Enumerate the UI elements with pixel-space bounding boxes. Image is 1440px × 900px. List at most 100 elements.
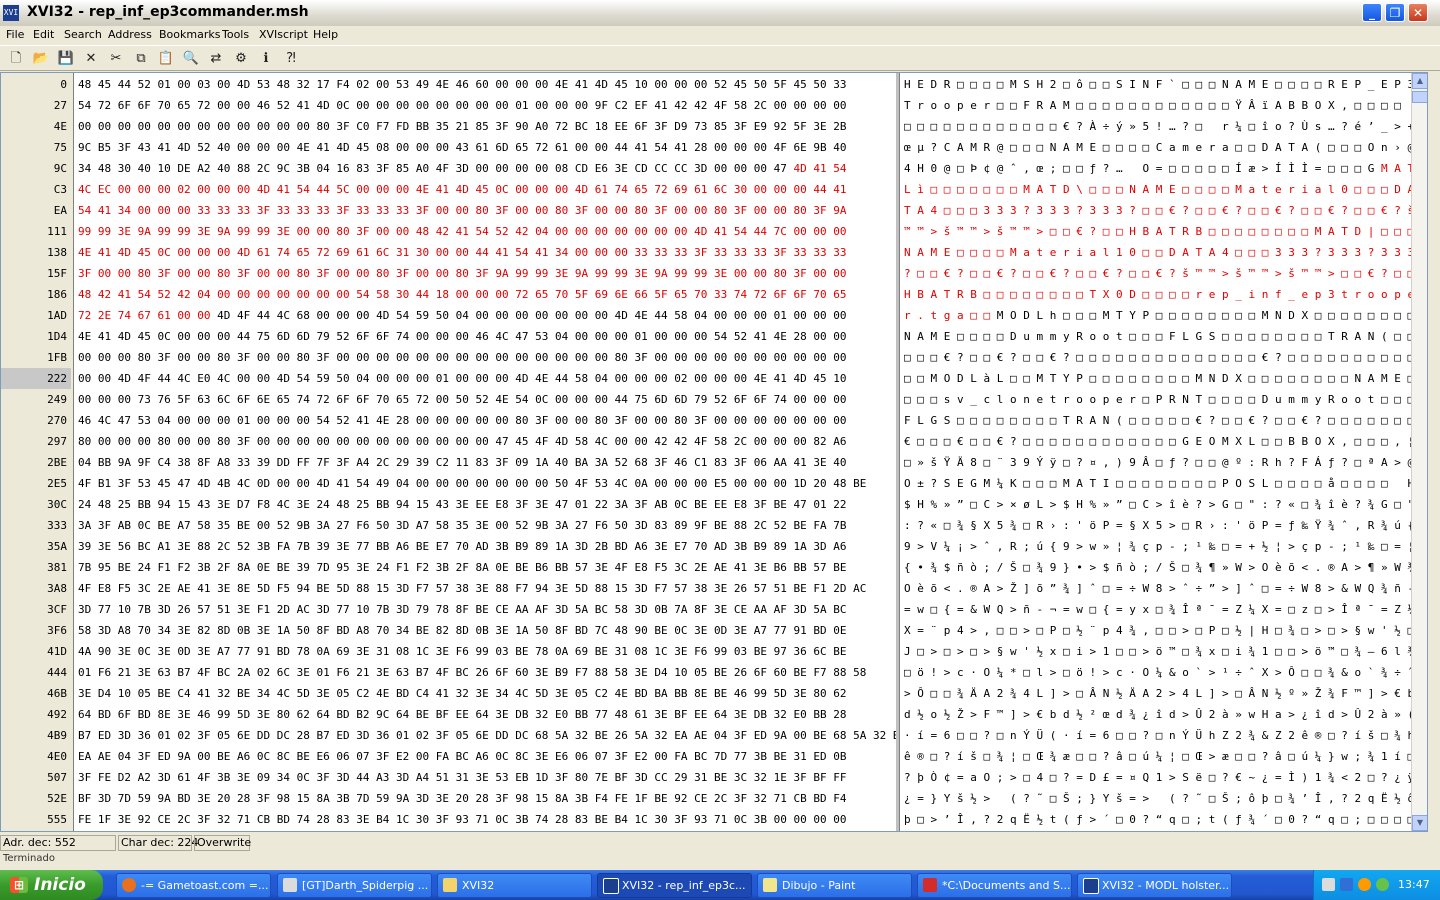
firefox-tray-icon[interactable] [1358, 878, 1371, 891]
copy-icon[interactable]: ⧉ [131, 49, 151, 69]
text-row[interactable]: □ □ □ s v _ c l o n e t r o o p e r □ P … [900, 389, 1412, 410]
text-row[interactable]: > Ô □ □ ¾ Ä A 2 ¾ 4 L ] > □ Â N ½ Ä A 2 … [900, 683, 1412, 704]
text-row[interactable]: $ H % » ” □ C > × ø L > $ H % » ” □ C > … [900, 494, 1412, 515]
text-row[interactable]: J □ > □ > □ > § w ' ½ x □ i > 1 □ □ > ö … [900, 641, 1412, 662]
hex-row[interactable]: 01 F6 21 3E 63 B7 4F BC 2A 02 6C 3E 01 F… [75, 662, 897, 683]
text-row[interactable]: □ » š Ÿ Ä 8 □ ¨ 3 9 Ý ÿ □ ? ¤ , ) 9 Â □ … [900, 452, 1412, 473]
text-row[interactable]: œ µ ? C A M R @ □ □ □ N A M E □ □ □ □ C … [900, 137, 1412, 158]
text-row[interactable]: { • ¾ $ ñ ò ; / Š □ ¾ 9 } • > $ ñ ò ; / … [900, 557, 1412, 578]
text-row[interactable]: H B A T R B □ □ □ □ □ □ □ □ T X 0 D □ □ … [900, 284, 1412, 305]
text-row[interactable]: T r o o p e r □ □ F R A M □ □ □ □ □ □ □ … [900, 95, 1412, 116]
task-paint[interactable]: Dibujo - Paint [757, 873, 912, 898]
xvi32-app-icon[interactable]: XVI [3, 5, 19, 21]
text-row[interactable]: € □ □ □ € □ □ € ? □ □ □ □ □ □ □ □ □ □ □ … [900, 431, 1412, 452]
hex-row[interactable]: 48 42 41 54 52 42 04 00 00 00 00 00 00 0… [75, 284, 897, 305]
hex-row[interactable]: 64 BD 6F BD 8E 3E 46 99 5D 3E 80 62 64 B… [75, 704, 897, 725]
find-icon[interactable]: 🔍 [181, 49, 201, 69]
script-icon[interactable]: ℹ [256, 49, 276, 69]
text-row[interactable]: O è õ < . ® A > Ž ] õ ” ¾ ] ˆ □ = ÷ W 8 … [900, 578, 1412, 599]
text-column[interactable]: H E D R □ □ □ □ M S H 2 □ ô □ □ S I N F … [899, 73, 1412, 831]
hex-row[interactable]: 3D 77 10 7B 3D 26 57 51 3E F1 2D AC 3D 7… [75, 599, 897, 620]
replace-icon[interactable]: ⇄ [206, 49, 226, 69]
hex-row[interactable]: 99 99 3E 9A 99 99 3E 9A 99 99 3E 00 00 8… [75, 221, 897, 242]
text-row[interactable]: : ? « □ ¾ § X 5 ¾ □ R › : ' ö P = § X 5 … [900, 515, 1412, 536]
hex-row[interactable]: 4A 90 3E 0C 3E 0D 3E A7 77 91 BD 78 0A 6… [75, 641, 897, 662]
text-row[interactable]: X = ¨ p 4 > ‚ □ □ > □ P □ ½ ¨ p 4 ¾ ‚ □ … [900, 620, 1412, 641]
close-button[interactable]: ✕ [1408, 3, 1428, 22]
hex-row[interactable]: 39 3E 56 BC A1 3E 88 2C 52 3B FA 7B 39 3… [75, 536, 897, 557]
task-darth-spiderpig[interactable]: [GT]Darth_Spiderpig ... [277, 873, 432, 898]
task-gametoast[interactable]: -= Gametoast.com =... [116, 873, 271, 898]
scroll-down-arrow-icon[interactable]: ▼ [1412, 815, 1427, 831]
scroll-up-arrow-icon[interactable]: ▲ [1412, 73, 1427, 89]
hex-row[interactable]: BF 3D 7D 59 9A BD 3E 20 28 3F 98 15 8A 3… [75, 788, 897, 809]
hex-row[interactable]: 00 00 4D 4F 44 4C E0 4C 00 00 4D 54 59 5… [75, 368, 897, 389]
paste-icon[interactable]: 📋 [156, 49, 176, 69]
hex-row[interactable]: 3F 00 00 80 3F 00 00 80 3F 00 00 80 3F 0… [75, 263, 897, 284]
nvidia-icon[interactable] [1376, 878, 1389, 891]
hex-row[interactable]: 00 00 00 00 00 00 00 00 00 00 00 00 80 3… [75, 116, 897, 137]
hex-row[interactable]: 34 48 30 40 10 DE A2 40 88 2C 9C 3B 04 1… [75, 158, 897, 179]
text-row[interactable]: d ½ o ½ Ž > F ™ ] > € b d ½ ² œ d ¾ ¿ î … [900, 704, 1412, 725]
text-row[interactable]: ? □ □ € ? □ □ € ? □ □ € ? □ □ € ? □ □ € … [900, 263, 1412, 284]
text-row[interactable]: F L G S □ □ □ □ □ □ □ □ T R A N ( □ □ □ … [900, 410, 1412, 431]
hex-row[interactable]: 4E 41 4D 45 0C 00 00 00 44 75 6D 6D 79 5… [75, 326, 897, 347]
hex-row[interactable]: 00 00 00 73 76 5F 63 6C 6F 6E 65 74 72 6… [75, 389, 897, 410]
help-icon[interactable]: ⁈ [281, 49, 301, 69]
text-row[interactable]: ? þ Ò ¢ = a O ; > □ 4 □ ? = D £ = ¤ Q 1 … [900, 767, 1412, 788]
new-file-icon[interactable]: 🗋 [6, 49, 26, 69]
menu-help[interactable]: Help [313, 28, 338, 41]
hex-column[interactable]: 48 45 44 52 01 00 03 00 4D 53 48 32 17 F… [75, 73, 897, 831]
hex-row[interactable]: 04 BB 9A 9F C4 38 8F A8 33 39 DD FF 7F 3… [75, 452, 897, 473]
hex-row[interactable]: 72 2E 74 67 61 00 00 4D 4F 44 4C 68 00 0… [75, 305, 897, 326]
hex-row[interactable]: 4E 41 4D 45 0C 00 00 00 4D 61 74 65 72 6… [75, 242, 897, 263]
hex-row[interactable]: 3E D4 10 05 BE C4 41 32 BE 34 4C 5D 3E 0… [75, 683, 897, 704]
scroll-thumb[interactable] [1412, 91, 1427, 103]
text-row[interactable]: H E D R □ □ □ □ M S H 2 □ ô □ □ S I N F … [900, 74, 1412, 95]
menu-address[interactable]: Address [108, 28, 152, 41]
network-icon[interactable] [1322, 878, 1335, 891]
menu-search[interactable]: Search [64, 28, 102, 41]
hex-row[interactable]: 3A 3F AB 0C BE A7 58 35 BE 00 52 9B 3A 2… [75, 515, 897, 536]
menu-xviscript[interactable]: XVIscript [259, 28, 308, 41]
hex-row[interactable]: 48 45 44 52 01 00 03 00 4D 53 48 32 17 F… [75, 74, 897, 95]
text-row[interactable]: O ± ? S E G M ¼ K □ □ □ M A T I □ □ □ □ … [900, 473, 1412, 494]
text-row[interactable]: □ □ □ € ? □ □ € ? □ □ € ? □ □ □ □ □ □ □ … [900, 347, 1412, 368]
text-row[interactable]: þ □ > ’ Î , ? 2 q Ë ½ t ( ƒ > ´ □ 0 ? “ … [900, 809, 1412, 830]
cut-icon[interactable]: ✂ [106, 49, 126, 69]
hex-row[interactable]: 7B 95 BE 24 F1 F2 3B 2F 8A 0E BE 39 7D 9… [75, 557, 897, 578]
text-row[interactable]: · í = 6 □ □ ? □ n Ý Ü ( · í = 6 □ □ ? □ … [900, 725, 1412, 746]
hex-row[interactable]: 00 00 00 80 3F 00 00 80 3F 00 00 80 3F 0… [75, 347, 897, 368]
hex-row[interactable]: FE 1F 3E 92 CE 2C 3F 32 71 CB BD 74 28 8… [75, 809, 897, 830]
text-row[interactable]: L ì □ □ □ □ □ □ □ M A T D \ □ □ □ N A M … [900, 179, 1412, 200]
hex-row[interactable]: 4F E8 F5 3C 2E AE 41 3E 8E 5D F5 94 BE 5… [75, 578, 897, 599]
menu-edit[interactable]: Edit [33, 28, 54, 41]
hex-row[interactable]: 58 3D A8 70 34 3E 82 8D 0B 3E 1A 50 8F B… [75, 620, 897, 641]
text-row[interactable]: ™ ™ > š ™ ™ > š ™ ™ > □ □ € ? □ □ H B A … [900, 221, 1412, 242]
hex-row[interactable]: 46 4C 47 53 04 00 00 00 01 00 00 00 54 5… [75, 410, 897, 431]
hex-row[interactable]: 3F FE D2 A2 3D 61 4F 3B 3E 09 34 0C 3F 3… [75, 767, 897, 788]
minimize-button[interactable]: _ [1362, 3, 1382, 22]
hex-row[interactable]: 4F B1 3F 53 45 47 4D 4B 4C 0D 00 00 4D 4… [75, 473, 897, 494]
save-icon[interactable]: 💾 [56, 49, 76, 69]
task-xvi32-active[interactable]: XVI32 - rep_inf_ep3c... [597, 873, 752, 898]
goto-icon[interactable]: ⚙ [231, 49, 251, 69]
text-row[interactable]: r . t g a □ □ M O D L h □ □ □ M T Y P □ … [900, 305, 1412, 326]
text-row[interactable]: ê ® □ ? í š □ ¾ ¦ □ Œ ¾ æ □ □ ? â □ ú ¼ … [900, 746, 1412, 767]
task-xvi32-modl[interactable]: XVI32 - MODL holster... [1077, 873, 1232, 898]
text-row[interactable]: N A M E □ □ □ □ M a t e r i a l 1 0 □ □ … [900, 242, 1412, 263]
hex-row[interactable]: B7 ED 3D 36 01 02 3F 05 6E DD DC 28 B7 E… [75, 725, 897, 746]
menu-file[interactable]: File [6, 28, 24, 41]
hex-row[interactable]: 80 00 00 00 80 00 00 80 3F 00 00 00 00 0… [75, 431, 897, 452]
task-xvi32-folder[interactable]: XVI32 [437, 873, 592, 898]
text-row[interactable]: 4 H 0 @ □ Þ ¢ @ ˆ , œ ; □ □ ƒ ? … O = □ … [900, 158, 1412, 179]
text-row[interactable]: 9 > V ¼ ¡ > ˆ , R ; ú { 9 > w » ¦ ¾ ç p … [900, 536, 1412, 557]
menu-bookmarks[interactable]: Bookmarks [159, 28, 220, 41]
text-row[interactable]: N A M E □ □ □ □ D u m m y R o o t □ □ □ … [900, 326, 1412, 347]
text-row[interactable]: = w □ { = & W Q > ñ - ¬ = w □ { = y x □ … [900, 599, 1412, 620]
menu-tools[interactable]: Tools [222, 28, 249, 41]
maximize-button[interactable]: ❐ [1385, 3, 1405, 22]
hex-row[interactable]: 54 41 34 00 00 00 33 33 33 3F 33 33 33 3… [75, 200, 897, 221]
open-folder-icon[interactable]: 📂 [31, 49, 51, 69]
text-row[interactable]: □ ö ! > c · O ¼ * □ l > □ ö ! > c · O ¼ … [900, 662, 1412, 683]
